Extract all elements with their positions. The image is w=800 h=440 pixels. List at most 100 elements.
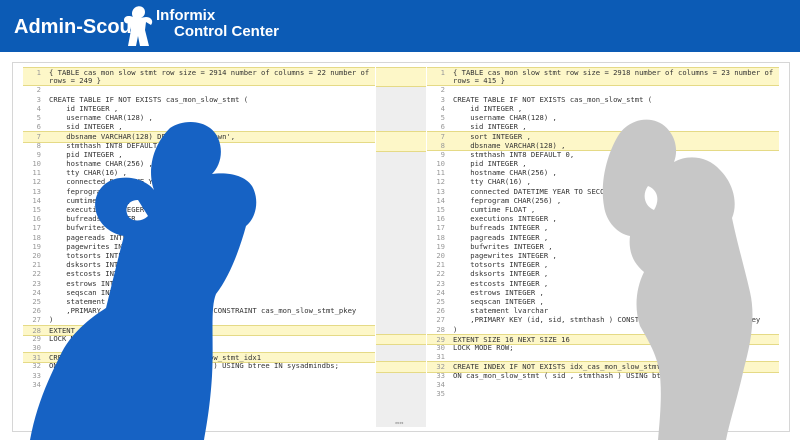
code-line: 10 hostname CHAR(256) , bbox=[23, 159, 375, 168]
code-text: totsorts INTEGER , bbox=[49, 251, 145, 260]
code-text: statement lvarchar bbox=[49, 297, 145, 306]
line-number: 17 bbox=[436, 223, 445, 233]
code-text: bufreads INTEGER , bbox=[49, 214, 145, 224]
code-line: 26 statement lvarchar bbox=[427, 306, 779, 315]
code-line: 33 bbox=[23, 371, 375, 380]
code-text: CREATE TABLE IF NOT EXISTS cas_mon_slow_… bbox=[453, 94, 653, 104]
code-text: ,PRIMARY KEY (id, sid, stmthash ) CONSTR… bbox=[49, 306, 357, 316]
code-line: 32 ON cas_mon_slow_stmt ( sid , stmthash … bbox=[23, 361, 375, 370]
code-text: executions INTEGER , bbox=[49, 205, 153, 214]
code-line: 4 id INTEGER , bbox=[427, 104, 779, 113]
line-number: 2 bbox=[36, 85, 41, 95]
line-number: 3 bbox=[36, 94, 41, 104]
code-text: bufwrites INTEGER , bbox=[49, 223, 149, 233]
code-line: 4 id INTEGER , bbox=[23, 104, 375, 113]
code-text: pagewrites INTEGER , bbox=[49, 241, 153, 251]
line-number: 14 bbox=[436, 195, 445, 205]
code-text: hostname CHAR(256) , bbox=[453, 168, 557, 178]
line-number: 24 bbox=[32, 287, 41, 297]
code-text: estrows INTEGER , bbox=[49, 278, 140, 288]
code-text: rows = 249 } bbox=[49, 76, 101, 86]
code-line: 26 ,PRIMARY KEY (id, sid, stmthash ) CON… bbox=[23, 306, 375, 315]
line-number: 27 bbox=[436, 315, 445, 325]
code-text: ON cas_mon_slow_stmt ( sid , stmthash ) … bbox=[453, 370, 743, 380]
code-line: 28) bbox=[427, 325, 779, 334]
code-text: stmthash INT8 DEFAULT 0, bbox=[453, 149, 575, 159]
code-line: 15 executions INTEGER , bbox=[23, 205, 375, 214]
code-text: sid INTEGER , bbox=[453, 122, 527, 132]
right-schema-pane[interactable]: 1{ TABLE cas_mon_slow_stmt row size = 29… bbox=[427, 67, 779, 427]
code-text: hostname CHAR(256) , bbox=[49, 159, 153, 168]
code-line: 12 tty CHAR(16) , bbox=[427, 177, 779, 186]
code-text: pagereads INTEGER , bbox=[49, 232, 149, 242]
code-line: 20 pagewrites INTEGER , bbox=[427, 251, 779, 260]
code-text: statement lvarchar bbox=[453, 306, 549, 316]
line-number: 24 bbox=[436, 287, 445, 297]
line-number: 21 bbox=[436, 260, 445, 270]
code-text: username CHAR(128) , bbox=[49, 113, 153, 122]
code-line: 16 executions INTEGER , bbox=[427, 214, 779, 223]
code-text: executions INTEGER , bbox=[453, 214, 557, 224]
code-line: 12 connected DATETIME YEAR TO SECOND , bbox=[23, 177, 375, 186]
code-line: 5 username CHAR(128) , bbox=[427, 113, 779, 122]
person-silhouette-icon bbox=[124, 6, 153, 46]
code-text: pid INTEGER , bbox=[453, 159, 527, 168]
code-line: 31 bbox=[427, 352, 779, 361]
line-number: 32 bbox=[32, 361, 41, 371]
code-text: id INTEGER , bbox=[49, 103, 119, 113]
diff-gutter bbox=[376, 67, 426, 427]
line-number: 11 bbox=[436, 168, 445, 178]
code-line: 17 bufreads INTEGER , bbox=[427, 223, 779, 232]
code-text: ) bbox=[453, 324, 458, 334]
code-text: ,PRIMARY KEY (id, sid, stmthash ) CONSTR… bbox=[453, 315, 761, 325]
line-number: 12 bbox=[32, 177, 41, 187]
line-number: 4 bbox=[440, 103, 445, 113]
line-number: 25 bbox=[436, 297, 445, 306]
code-line: 10 pid INTEGER , bbox=[427, 159, 779, 168]
code-text: ON cas_mon_slow_stmt ( sid , stmthash ) … bbox=[49, 361, 339, 371]
left-schema-pane[interactable]: 1{ TABLE cas_mon_slow_stmt row size = 29… bbox=[23, 67, 375, 427]
line-number: 6 bbox=[36, 122, 41, 132]
line-number: 26 bbox=[32, 306, 41, 316]
code-text: dsksorts INTEGER , bbox=[49, 260, 145, 270]
line-number: 5 bbox=[440, 113, 445, 122]
line-number: 27 bbox=[32, 315, 41, 325]
code-text: bufreads INTEGER , bbox=[453, 223, 549, 233]
code-text: estcosts INTEGER , bbox=[49, 269, 145, 279]
code-line: 6 sid INTEGER , bbox=[427, 122, 779, 131]
code-text: sid INTEGER , bbox=[49, 122, 123, 132]
code-line: 2 bbox=[427, 85, 779, 94]
code-line: 15 cumtime FLOAT , bbox=[427, 205, 779, 214]
product-line-2: Control Center bbox=[174, 23, 279, 40]
code-text: feprogram CHAR(256) , bbox=[453, 195, 562, 205]
code-line: 8 stmthash INT8 DEFAULT 0, bbox=[23, 141, 375, 150]
code-line: 30 bbox=[23, 343, 375, 352]
code-line: 2 bbox=[23, 85, 375, 94]
line-number: 31 bbox=[436, 352, 445, 362]
line-number: 18 bbox=[32, 232, 41, 242]
line-number: 33 bbox=[436, 370, 445, 380]
line-number: 2 bbox=[440, 85, 445, 95]
code-text: totsorts INTEGER , bbox=[453, 260, 549, 270]
line-number: 12 bbox=[436, 177, 445, 187]
line-number: 11 bbox=[32, 168, 41, 178]
code-line: 22 estcosts INTEGER , bbox=[23, 269, 375, 278]
merge-arrows-icon[interactable]: ⇔⇔ bbox=[395, 419, 403, 427]
line-number: 16 bbox=[32, 214, 41, 224]
code-line: 6 sid INTEGER , bbox=[23, 122, 375, 131]
code-line: 33 ON cas_mon_slow_stmt ( sid , stmthash … bbox=[427, 371, 779, 380]
line-number: 30 bbox=[32, 343, 41, 352]
line-number: 33 bbox=[32, 370, 41, 380]
line-number: 17 bbox=[32, 223, 41, 233]
code-line: 11 hostname CHAR(256) , bbox=[427, 168, 779, 177]
line-number: 14 bbox=[32, 195, 41, 205]
code-line: 23 estrows INTEGER , bbox=[23, 279, 375, 288]
code-line: 14 feprogram CHAR(256) , bbox=[427, 196, 779, 205]
code-line: 20 totsorts INTEGER , bbox=[23, 251, 375, 260]
code-text: tty CHAR(16) , bbox=[49, 168, 127, 178]
code-line: 34 bbox=[427, 380, 779, 389]
code-line: 17 bufwrites INTEGER , bbox=[23, 223, 375, 232]
line-number: 34 bbox=[436, 379, 445, 389]
line-number: 19 bbox=[436, 241, 445, 251]
code-line: 21 dsksorts INTEGER , bbox=[23, 260, 375, 269]
